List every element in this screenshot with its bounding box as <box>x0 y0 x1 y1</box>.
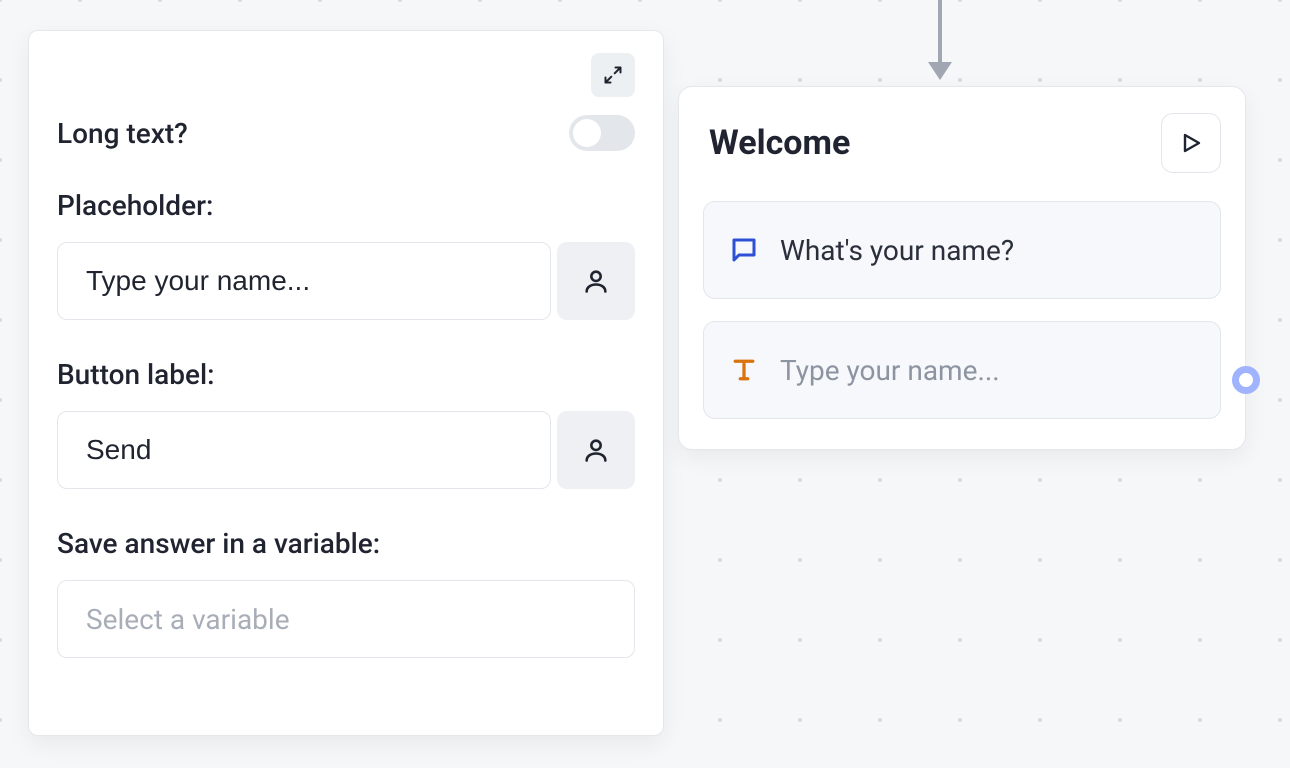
node-title: Welcome <box>703 123 850 163</box>
chat-icon <box>728 234 760 266</box>
play-icon <box>1179 131 1203 155</box>
toggle-knob <box>573 119 601 147</box>
node-output-handle[interactable] <box>1232 366 1260 394</box>
placeholder-input[interactable] <box>57 242 551 320</box>
insert-variable-button-2[interactable] <box>557 411 635 489</box>
text-icon <box>728 354 760 386</box>
long-text-label: Long text? <box>57 117 188 150</box>
welcome-node[interactable]: Welcome What's your name? Type your name… <box>678 86 1246 450</box>
variable-select-placeholder: Select a variable <box>86 603 290 636</box>
placeholder-field-label: Placeholder: <box>57 189 635 222</box>
step-message-text: What's your name? <box>780 234 1014 267</box>
user-icon <box>582 436 610 464</box>
block-settings-panel: Long text? Placeholder: Button label: <box>28 30 664 736</box>
step-input[interactable]: Type your name... <box>703 321 1221 419</box>
variable-select[interactable]: Select a variable <box>57 580 635 658</box>
edge-arrowhead-icon <box>928 62 952 80</box>
step-message[interactable]: What's your name? <box>703 201 1221 299</box>
save-variable-label: Save answer in a variable: <box>57 527 635 560</box>
user-icon <box>582 267 610 295</box>
expand-button[interactable] <box>591 53 635 97</box>
preview-button[interactable] <box>1161 113 1221 173</box>
button-label-input[interactable] <box>57 411 551 489</box>
step-input-text: Type your name... <box>780 354 1000 387</box>
expand-icon <box>603 65 623 85</box>
long-text-toggle[interactable] <box>569 115 635 151</box>
button-label-field-label: Button label: <box>57 358 635 391</box>
insert-variable-button[interactable] <box>557 242 635 320</box>
